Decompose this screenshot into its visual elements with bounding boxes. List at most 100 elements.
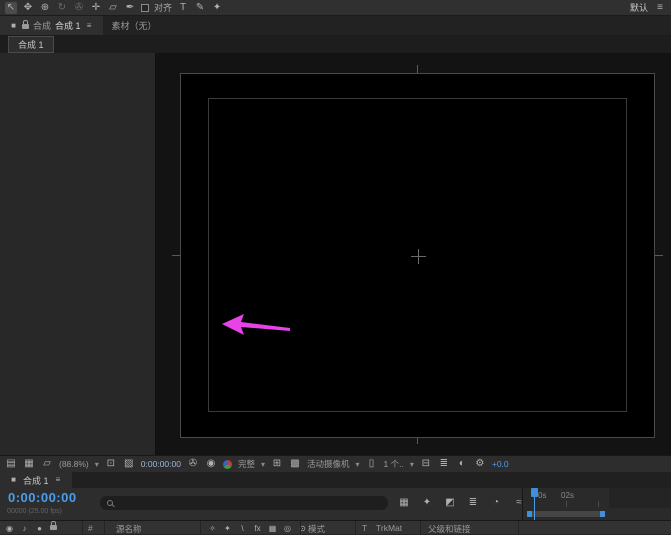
viewer-tab-bar: ■ 合成 合成 1 ≡ 素材（无）	[0, 16, 671, 36]
collapse-transformations-icon[interactable]: ✦	[223, 523, 232, 535]
selection-tool-icon[interactable]: ↖	[5, 2, 17, 14]
ruler-tick-mark	[566, 501, 567, 507]
magnification-caret-icon[interactable]: ▾	[95, 460, 99, 469]
flowchart-button-icon[interactable]: ≣	[438, 458, 450, 470]
main-toolbar: ↖ ✥ ⊕ ↻ ✇ ✛ ▱ ✒ 对齐 T ✎ ✦ 默认 ≡	[0, 0, 671, 16]
resolution-caret-icon[interactable]: ▾	[261, 460, 265, 469]
motion-blur-icon[interactable]: ◔	[490, 497, 502, 509]
tab-composition[interactable]: ■ 合成 合成 1 ≡	[0, 16, 103, 35]
composition-frame[interactable]	[180, 73, 655, 438]
mask-tool-icon[interactable]: ▱	[107, 2, 119, 14]
effects-icon[interactable]: fx	[253, 523, 262, 535]
current-timecode[interactable]: 0:00:00:00	[8, 490, 77, 505]
resolution-select[interactable]: 完整	[238, 458, 255, 470]
quality-icon[interactable]: \	[238, 523, 247, 535]
viewer-left-pasteboard	[0, 53, 156, 455]
eye-icon[interactable]: ◉	[5, 523, 14, 535]
composition-panel-toolbar: ▤ ▦ ▱ (88.8%) ▾ ⊡ ▨ 0:00:00:00 ✇ ◉ 完整 ▾ …	[0, 455, 671, 472]
camera-tool-icon[interactable]: ✇	[73, 2, 85, 14]
column-parent-link[interactable]: 父级和链接	[428, 523, 471, 535]
timeline-tab-comp[interactable]: ■ 合成 1 ≡	[0, 472, 72, 488]
tab-footage[interactable]: 素材（无）	[103, 16, 166, 35]
pan-behind-tool-icon[interactable]: ✛	[90, 2, 102, 14]
magnification-select[interactable]: (88.8%)	[59, 459, 89, 469]
snap-checkbox[interactable]	[141, 4, 149, 12]
puppet-tool-icon[interactable]: ✦	[211, 2, 223, 14]
exposure-value[interactable]: +0.0	[492, 459, 509, 469]
column-trkmat-t[interactable]: T	[362, 523, 367, 533]
shy-icon[interactable]: ✧	[208, 523, 217, 535]
mask-visibility-icon[interactable]: ▱	[41, 458, 53, 470]
frame-blend-switch-icon[interactable]: ▦	[268, 523, 277, 535]
tab-comp-panel-label: 合成	[33, 19, 51, 32]
timeline-button-icon[interactable]: ⊟	[420, 458, 432, 470]
lock-icon[interactable]	[22, 24, 29, 29]
column-divider	[518, 521, 519, 535]
timeline-tab-bar: ■ 合成 1 ≡	[0, 472, 671, 488]
view-layout-select[interactable]: 1 个..	[384, 458, 404, 470]
pen-tool-icon[interactable]: ✒	[124, 2, 136, 14]
comp-timecode[interactable]: 0:00:00:00	[141, 459, 181, 469]
column-divider	[300, 521, 301, 535]
timeline-menu-icon[interactable]: ≡	[54, 474, 63, 486]
frame-counter: 00000 (25.00 fps)	[7, 508, 62, 515]
view-options-icon[interactable]: ▩	[289, 458, 301, 470]
hide-shy-icon[interactable]: ◩	[444, 497, 456, 509]
timeline-search-field[interactable]	[100, 496, 388, 510]
workspace-menu-icon[interactable]: ≡	[654, 2, 666, 14]
settings-gear-icon[interactable]: ⚙	[474, 458, 486, 470]
show-channel-icon[interactable]	[223, 460, 232, 469]
camera-view-select[interactable]: 活动摄像机	[307, 458, 350, 470]
draft-3d-icon[interactable]: ✦	[421, 497, 433, 509]
magenta-arrow-layer[interactable]	[221, 313, 291, 339]
column-source-name[interactable]: 源名称	[116, 523, 142, 535]
lock-column-icon[interactable]	[50, 525, 57, 530]
grid-options-icon[interactable]: ▦	[23, 458, 35, 470]
av-feature-icons: ◉ ♪ ●	[5, 523, 57, 535]
ruler-tick-label-0s: 0s	[538, 491, 546, 500]
column-mode[interactable]: 模式	[308, 523, 325, 535]
brush-tool-icon[interactable]: ✎	[194, 2, 206, 14]
column-layer-number[interactable]: #	[88, 523, 93, 533]
timeline-column-headers: ◉ ♪ ● # 源名称 ✧ ✦ \ fx ▦ ◎ ⊙ 模式 T TrkMat 父…	[0, 520, 671, 534]
zoom-tool-icon[interactable]: ⊕	[39, 2, 51, 14]
comp-nav-chip[interactable]: 合成 1	[8, 36, 54, 53]
text-tool-icon[interactable]: T	[177, 2, 189, 14]
column-trkmat[interactable]: TrkMat	[376, 523, 402, 533]
transparency-grid-icon[interactable]: ▨	[123, 458, 135, 470]
current-time-indicator[interactable]	[534, 488, 535, 520]
exposure-toggle-icon[interactable]: ◐	[456, 458, 468, 470]
show-snapshot-icon[interactable]: ◉	[205, 458, 217, 470]
rotate-tool-icon[interactable]: ↻	[56, 2, 68, 14]
audio-icon[interactable]: ♪	[20, 523, 29, 535]
tab-comp-name: 合成 1	[55, 19, 81, 32]
view-layout-caret-icon[interactable]: ▾	[410, 460, 414, 469]
snap-align-label: 对齐	[154, 1, 172, 14]
search-icon	[107, 500, 113, 506]
always-preview-icon[interactable]: ▤	[5, 458, 17, 470]
timeline-panel: ■ 合成 1 ≡ 0:00:00:00 00000 (25.00 fps) ▦ …	[0, 472, 671, 534]
view-layout-icon[interactable]: ▯	[366, 458, 378, 470]
region-of-interest-icon[interactable]: ⊡	[105, 458, 117, 470]
column-divider	[420, 521, 421, 535]
snapshot-icon[interactable]: ✇	[187, 458, 199, 470]
mini-flowchart-icon[interactable]: ▦	[398, 497, 410, 509]
workspace-selector[interactable]: 默认	[630, 1, 648, 14]
comp-center-anchor-icon	[411, 249, 426, 264]
time-ruler[interactable]: 0s 02s	[522, 488, 671, 520]
timeline-tab-label: 合成 1	[23, 474, 49, 487]
solo-icon[interactable]: ●	[35, 523, 44, 535]
camera-view-caret-icon[interactable]: ▾	[356, 460, 360, 469]
column-divider	[355, 521, 356, 535]
column-divider	[200, 521, 201, 535]
motion-blur-switch-icon[interactable]: ◎	[283, 523, 292, 535]
column-divider	[82, 521, 83, 535]
composition-viewer[interactable]	[0, 53, 671, 455]
timeline-header-area: 0:00:00:00 00000 (25.00 fps) ▦ ✦ ◩ ≣ ◔ ≈…	[0, 488, 671, 520]
panel-icon: ■	[9, 20, 18, 32]
hand-tool-icon[interactable]: ✥	[22, 2, 34, 14]
work-area-bar[interactable]	[527, 511, 605, 517]
panel-menu-icon[interactable]: ≡	[85, 20, 94, 32]
frame-blend-icon[interactable]: ≣	[467, 497, 479, 509]
pixel-aspect-icon[interactable]: ⊞	[271, 458, 283, 470]
